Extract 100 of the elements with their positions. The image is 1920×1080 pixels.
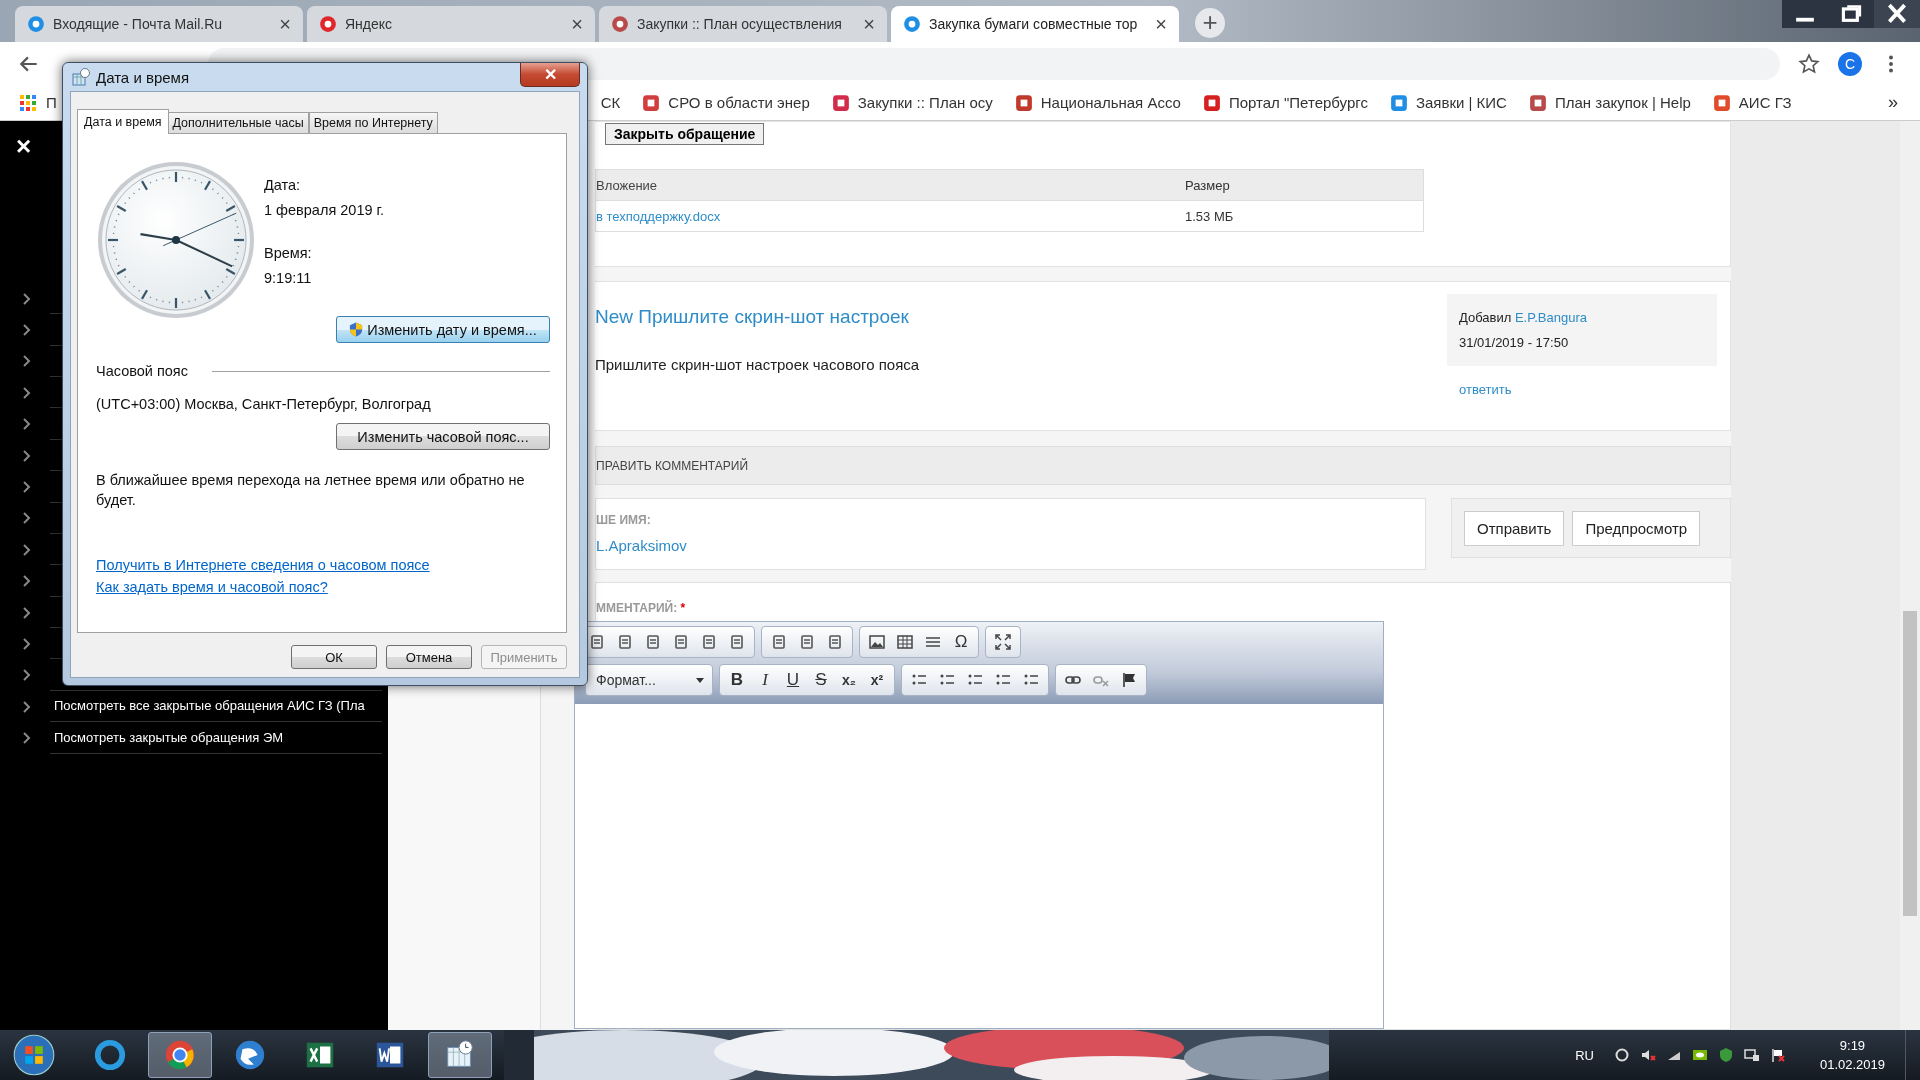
chevron-icon[interactable]: [22, 291, 32, 306]
user-name-link[interactable]: L.Apraksimov: [596, 537, 687, 554]
reply-link[interactable]: ответить: [1459, 382, 1512, 397]
bookmark-link[interactable]: Закупки :: План осу: [857, 94, 993, 111]
new-tab-button[interactable]: +: [1195, 8, 1225, 38]
form-button[interactable]: Отправить: [1464, 510, 1565, 546]
calendar-clock-icon: [72, 68, 90, 86]
site-icon: [1389, 93, 1408, 112]
bookmark-link[interactable]: Национальная Ассо: [1040, 94, 1181, 111]
shield-icon: [349, 321, 364, 338]
close-request-button[interactable]: Закрыть обращение: [605, 123, 765, 145]
bookmark-link[interactable]: СК: [600, 94, 621, 111]
profile-avatar[interactable]: С: [1838, 51, 1862, 76]
dialog-button[interactable]: ОК: [291, 645, 377, 669]
field-label: ММЕНТАРИЙ: *: [596, 601, 686, 615]
scrollbar[interactable]: [1900, 121, 1920, 1030]
site-icon: [831, 93, 850, 112]
close-icon[interactable]: [1874, 0, 1920, 28]
flag-icon[interactable]: [1769, 1047, 1786, 1063]
format-dropdown[interactable]: Формат...: [585, 664, 713, 696]
chevron-icon[interactable]: [22, 637, 32, 651]
chevron-icon[interactable]: [22, 480, 32, 495]
chevron-icon[interactable]: [22, 605, 32, 620]
comment-title[interactable]: New Пришлите скрин-шот настроек: [595, 306, 909, 328]
form-button[interactable]: Предпросмотр: [1572, 510, 1701, 546]
table-cell: 1.53 МБ: [1185, 208, 1234, 224]
chevron-icon[interactable]: [22, 731, 32, 746]
change-date-time-button[interactable]: Изменить дату и время...: [336, 316, 550, 343]
format-button[interactable]: S: [808, 667, 834, 693]
bookmark-link[interactable]: План закупок | Help: [1554, 94, 1691, 111]
chevron-icon[interactable]: [22, 699, 32, 714]
format-button[interactable]: x₂: [836, 667, 862, 693]
close-tab-button[interactable]: ×: [863, 12, 875, 36]
chevron-icon[interactable]: [22, 668, 32, 683]
chevron-icon[interactable]: [22, 542, 32, 557]
format-button[interactable]: B: [724, 667, 750, 693]
bookmark-link[interactable]: АИС ГЗ: [1738, 94, 1792, 111]
start-button[interactable]: [12, 1033, 56, 1077]
close-tab-button[interactable]: ×: [279, 12, 291, 36]
chevron-icon[interactable]: [22, 354, 32, 369]
bookmark-link[interactable]: П: [46, 94, 57, 111]
sync-icon[interactable]: [1613, 1047, 1630, 1063]
browser-tab[interactable]: Закупки :: План осуществления ×: [599, 6, 887, 42]
clock-time: 9:19: [1839, 1038, 1866, 1053]
timezone-value: (UTC+03:00) Москва, Санкт-Петербург, Волгоград: [96, 396, 431, 412]
close-tab-button[interactable]: ×: [571, 12, 583, 36]
site-icon: [1528, 93, 1547, 112]
help-link[interactable]: Как задать время и часовой пояс?: [96, 579, 328, 595]
format-button[interactable]: U: [780, 667, 806, 693]
change-timezone-button[interactable]: Изменить часовой пояс...: [336, 423, 550, 450]
browser-tab[interactable]: Закупка бумаги совместные тор ×: [891, 6, 1179, 42]
dialog-tab[interactable]: Дата и время: [77, 109, 169, 134]
more-bookmarks-button[interactable]: »: [1888, 92, 1898, 113]
apps-grid-icon[interactable]: [20, 94, 36, 111]
help-link[interactable]: Получить в Интернете сведения о часовом поясе: [96, 557, 430, 573]
site-icon: [903, 15, 921, 33]
section-title: ПРАВИТЬ КОММЕНТАРИЙ: [596, 458, 749, 473]
chevron-icon[interactable]: [22, 511, 32, 526]
dst-note: В ближайшее время перехода на летнее время или обратно не будет.: [96, 471, 526, 510]
close-tab-button[interactable]: ×: [1155, 12, 1167, 36]
sidebar-item[interactable]: Посмотреть закрытые обращения ЭМ: [50, 722, 382, 754]
dialog-button[interactable]: Отмена: [386, 645, 472, 669]
monitor-icon[interactable]: [1743, 1047, 1760, 1063]
special-character-button[interactable]: Ω: [948, 629, 974, 655]
bookmark-link[interactable]: Заявки | КИС: [1415, 94, 1507, 111]
site-icon: [611, 15, 629, 33]
browser-tab[interactable]: Входящие - Почта Mail.Ru ×: [15, 6, 303, 42]
chevron-icon[interactable]: [22, 385, 32, 400]
eye-icon[interactable]: [1691, 1047, 1708, 1063]
star-icon[interactable]: [1798, 52, 1820, 75]
clock-date: 01.02.2019: [1819, 1057, 1885, 1072]
taskbar-clock[interactable]: 9:19 01.02.2019: [1819, 1038, 1885, 1072]
sidebar-item[interactable]: Посмотреть все закрытые обращения АИС ГЗ (Пла: [50, 691, 382, 723]
time-label: Время:: [264, 245, 312, 261]
close-sidebar-button[interactable]: ×: [16, 135, 34, 157]
browser-tab[interactable]: Яндекс ×: [307, 6, 595, 42]
author-line: Добавил E.P.Bangura: [1459, 310, 1587, 325]
volume-muted-icon[interactable]: [1639, 1047, 1656, 1063]
dialog-tab[interactable]: Дополнительные часы: [167, 112, 309, 133]
chevron-icon[interactable]: [22, 323, 32, 338]
bookmark-link[interactable]: СРО в области энер: [668, 94, 810, 111]
chevron-icon[interactable]: [22, 448, 32, 463]
close-button[interactable]: ✕: [520, 63, 580, 87]
app-icon: [233, 1038, 267, 1072]
app-icon: [93, 1038, 127, 1072]
chevron-icon[interactable]: [22, 417, 32, 432]
chevron-icon[interactable]: [22, 574, 32, 589]
bookmark-link[interactable]: Портал "Петербургс: [1228, 94, 1368, 111]
dialog-tab[interactable]: Время по Интернету: [308, 112, 438, 133]
date-value: 1 февраля 2019 г.: [264, 202, 385, 218]
format-button[interactable]: I: [752, 667, 778, 693]
scrollbar-thumb[interactable]: [1903, 611, 1917, 916]
site-icon: [1014, 93, 1033, 112]
shield-icon[interactable]: [1717, 1047, 1734, 1063]
time-value: 9:19:11: [264, 270, 312, 286]
taskbar-app[interactable]: [428, 1032, 492, 1078]
attachment-link[interactable]: в техподдержку.docx: [596, 208, 1185, 224]
format-button[interactable]: x²: [864, 667, 890, 693]
site-icon: [642, 93, 661, 112]
language-indicator[interactable]: RU: [1575, 1047, 1594, 1063]
